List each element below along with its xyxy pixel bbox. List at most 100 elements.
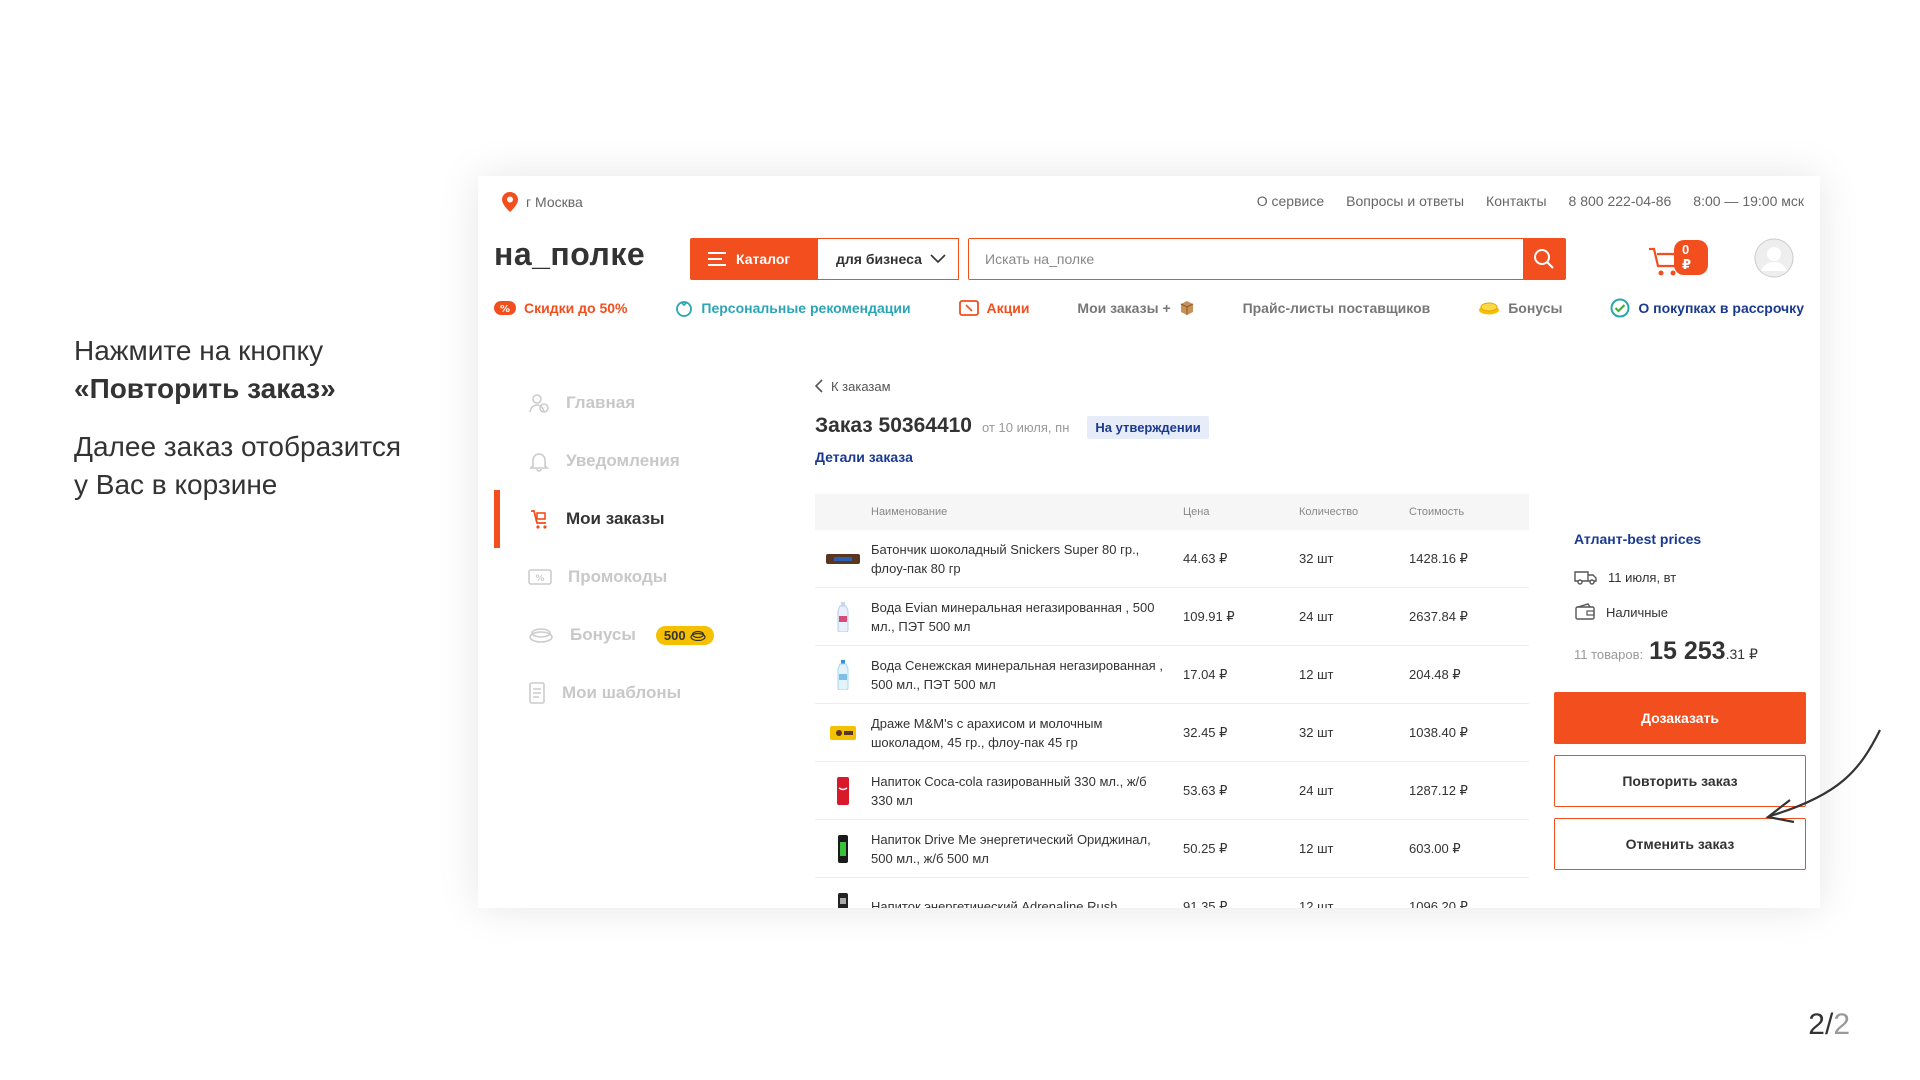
instruction-primary: Нажмите на кнопку «Повторить заказ»	[74, 332, 474, 408]
table-header: Наименование Цена Количество Стоимость	[815, 494, 1529, 530]
nav-installments[interactable]: О покупках в рассрочку	[1610, 298, 1804, 318]
soda-can-icon	[837, 776, 849, 805]
product-image	[815, 892, 871, 908]
link-contacts[interactable]: Контакты	[1486, 193, 1546, 209]
bonus-balance-value: 500	[663, 627, 686, 643]
nav-discounts[interactable]: % Скидки до 50%	[494, 300, 627, 316]
product-name: Вода Evian минеральная негазированная , …	[871, 599, 1155, 634]
account-sidebar: Главная Уведомления Мои заказы % Промоко…	[494, 374, 754, 722]
nav-installments-label: О покупках в рассрочку	[1638, 300, 1804, 316]
menu-lines-icon	[708, 252, 726, 266]
product-cost: 1096.20 ₽	[1409, 898, 1468, 909]
business-select[interactable]: для бизнеса	[817, 238, 959, 280]
nav-bonuses-label: Бонусы	[1508, 300, 1563, 316]
product-price: 91.35 ₽	[1183, 898, 1228, 909]
nav-recommendations[interactable]: Персональные рекомендации	[675, 299, 911, 317]
phone-number[interactable]: 8 800 222-04-86	[1569, 193, 1672, 209]
cart-badge: 0 ₽	[1674, 240, 1708, 275]
nav-my-orders-label: Мои заказы +	[1077, 300, 1171, 316]
template-icon	[529, 682, 545, 704]
product-image	[815, 659, 871, 690]
search-icon	[1534, 249, 1554, 269]
table-row[interactable]: Напиток Coca-cola газированный 330 мл., …	[815, 762, 1529, 820]
table-row[interactable]: Батончик шоколадный Snickers Super 80 гр…	[815, 530, 1529, 588]
nav-bar: % Скидки до 50% Персональные рекомендаци…	[494, 296, 1804, 320]
sidebar-item-promocodes-label: Промокоды	[568, 567, 668, 586]
order-date: от 10 июля, пн	[982, 420, 1070, 435]
search-input[interactable]	[969, 239, 1523, 279]
nav-promotions[interactable]: Акции	[958, 300, 1030, 316]
water-bottle-icon	[837, 659, 849, 690]
product-cost: 204.48 ₽	[1409, 666, 1461, 682]
chocolate-bar-icon	[826, 553, 860, 564]
order-details-link[interactable]: Детали заказа	[815, 449, 1535, 465]
logo[interactable]: на_полке	[494, 236, 645, 273]
product-image	[815, 776, 871, 806]
product-image	[815, 834, 871, 864]
chevron-down-icon	[930, 254, 946, 264]
total-cents: .31 ₽	[1725, 646, 1758, 662]
user-avatar[interactable]	[1754, 238, 1794, 278]
product-qty: 12 шт	[1299, 899, 1334, 908]
search-button[interactable]	[1523, 239, 1565, 279]
table-row[interactable]: Вода Evian минеральная негазированная , …	[815, 588, 1529, 646]
nav-price-lists[interactable]: Прайс-листы поставщиков	[1243, 300, 1431, 316]
sidebar-item-orders[interactable]: Мои заказы	[494, 490, 754, 548]
table-row[interactable]: Напиток Drive Me энергетический Ориджина…	[815, 820, 1529, 878]
sidebar-item-bonuses[interactable]: Бонусы 500	[494, 606, 754, 664]
coins-icon	[689, 630, 706, 641]
product-name: Напиток энергетический Adrenaline Rush,	[871, 899, 1122, 908]
nav-bonuses[interactable]: Бонусы	[1478, 300, 1562, 316]
order-items-table: Наименование Цена Количество Стоимость Б…	[815, 494, 1529, 908]
energy-can-icon	[838, 834, 848, 863]
svg-text:%: %	[500, 304, 510, 315]
instruction-secondary: Далее заказ отобразится у Вас в корзине	[74, 428, 474, 504]
table-row[interactable]: Драже M&M's с арахисом и молочным шокола…	[815, 704, 1529, 762]
product-cost: 1287.12 ₽	[1409, 782, 1468, 798]
payment-row: Наличные	[1574, 603, 1806, 621]
table-row[interactable]: Напиток энергетический Adrenaline Rush, …	[815, 878, 1529, 908]
water-bottle-icon	[837, 601, 849, 632]
sidebar-item-home[interactable]: Главная	[494, 374, 754, 432]
search-bar	[968, 238, 1566, 280]
back-to-orders-link[interactable]: К заказам	[815, 376, 1535, 396]
page-total: 2	[1833, 1008, 1850, 1041]
coins-icon	[529, 628, 553, 643]
header: на_полке Каталог для бизнеса 0 ₽	[478, 228, 1820, 284]
product-image	[815, 725, 871, 740]
wallet-icon	[1575, 603, 1595, 620]
product-price: 109.91 ₽	[1183, 608, 1235, 624]
link-about[interactable]: О сервисе	[1257, 193, 1324, 209]
orders-icon	[531, 510, 547, 529]
chevron-left-icon	[815, 379, 823, 393]
candy-pack-icon	[830, 725, 856, 740]
header-name: Наименование	[871, 505, 948, 518]
catalog-label: Каталог	[736, 251, 791, 267]
supplier-name[interactable]: Атлант-best prices	[1574, 531, 1806, 551]
sidebar-item-promocodes[interactable]: % Промокоды	[494, 548, 754, 606]
product-cost: 603.00 ₽	[1409, 840, 1461, 856]
sidebar-item-templates[interactable]: Мои шаблоны	[494, 664, 754, 722]
sidebar-item-notifications-label: Уведомления	[566, 451, 680, 470]
nav-promotions-label: Акции	[986, 300, 1030, 316]
product-qty: 32 шт	[1299, 725, 1334, 740]
top-bar: г Москва О сервисе Вопросы и ответы Конт…	[478, 176, 1820, 228]
header-price: Цена	[1183, 506, 1210, 518]
table-row[interactable]: Вода Сенежская минеральная негазированна…	[815, 646, 1529, 704]
location-pin-icon	[502, 192, 518, 212]
product-cost: 1038.40 ₽	[1409, 724, 1468, 740]
catalog-button[interactable]: Каталог	[690, 238, 817, 280]
product-name: Батончик шоколадный Snickers Super 80 гр…	[871, 541, 1140, 576]
items-count: 11 товаров:	[1574, 647, 1644, 662]
cart-button[interactable]: 0 ₽	[1648, 240, 1708, 280]
nav-discounts-label: Скидки до 50%	[524, 300, 628, 316]
product-qty: 24 шт	[1299, 783, 1334, 798]
recommendation-icon	[676, 301, 693, 317]
product-image	[815, 553, 871, 564]
discount-tag-icon: %	[494, 301, 516, 315]
nav-my-orders[interactable]: Мои заказы +	[1077, 300, 1194, 316]
sidebar-item-notifications[interactable]: Уведомления	[494, 432, 754, 490]
delivery-date: 11 июля, вт	[1608, 569, 1677, 585]
city-selector[interactable]: г Москва	[502, 192, 583, 212]
link-faq[interactable]: Вопросы и ответы	[1346, 193, 1464, 209]
